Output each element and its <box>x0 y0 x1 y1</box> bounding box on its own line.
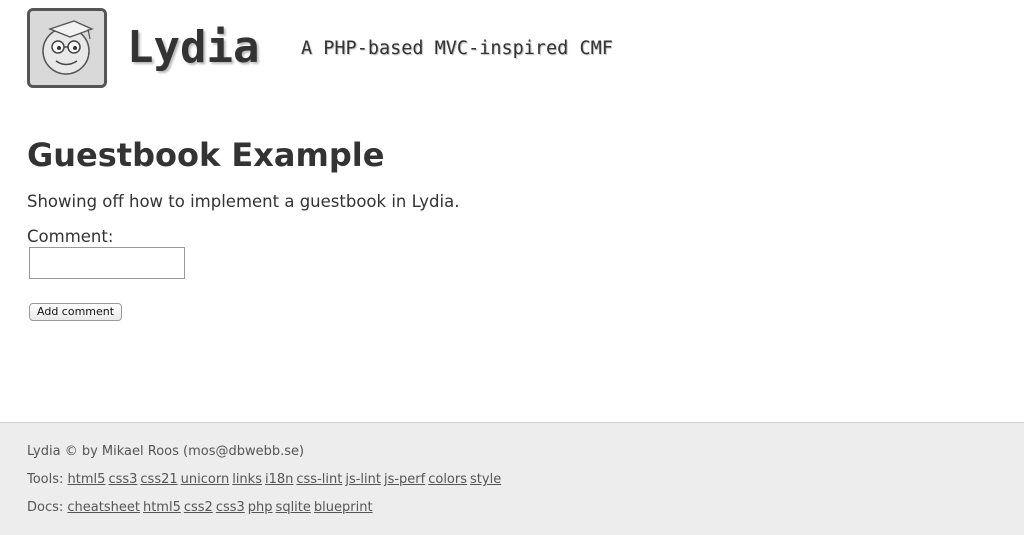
tools-link-i18n[interactable]: i18n <box>265 472 293 487</box>
comment-input[interactable] <box>29 247 185 279</box>
tools-label: Tools: <box>27 472 64 487</box>
tools-link-style[interactable]: style <box>470 472 501 487</box>
docs-link-css3[interactable]: css3 <box>216 500 245 515</box>
site-slogan: A PHP-based MVC-inspired CMF <box>301 38 613 59</box>
tools-link-links[interactable]: links <box>232 472 262 487</box>
tools-link-unicorn[interactable]: unicorn <box>181 472 230 487</box>
add-comment-button[interactable]: Add comment <box>29 303 123 321</box>
tools-link-css-lint[interactable]: css-lint <box>296 472 342 487</box>
docs-link-sqlite[interactable]: sqlite <box>276 500 311 515</box>
footer-tools: Tools: html5 css3 css21 unicorn links i18n css… <box>27 472 504 488</box>
student-face-logo-icon[interactable] <box>27 8 107 88</box>
tools-link-js-perf[interactable]: js-perf <box>384 472 425 487</box>
site-header: Lydia A PHP-based MVC-inspired CMF <box>27 8 727 88</box>
main-content: Guestbook Example Showing off how to imp… <box>27 132 927 321</box>
tools-link-js-lint[interactable]: js-lint <box>345 472 381 487</box>
tools-link-css21[interactable]: css21 <box>140 472 177 487</box>
docs-link-php[interactable]: php <box>248 500 273 515</box>
footer-docs: Docs: cheatsheet html5 css2 css3 php sqlite bl… <box>27 500 376 516</box>
docs-link-blueprint[interactable]: blueprint <box>314 500 373 515</box>
tools-link-css3[interactable]: css3 <box>108 472 137 487</box>
docs-label: Docs: <box>27 500 64 515</box>
footer-copyright: Lydia © by Mikael Roos (mos@dbwebb.se) <box>27 444 305 459</box>
page-title: Guestbook Example <box>27 136 385 174</box>
comment-label: Comment: <box>27 227 114 246</box>
intro-text: Showing off how to implement a guestbook… <box>27 192 460 211</box>
tools-link-html5[interactable]: html5 <box>68 472 106 487</box>
tools-link-colors[interactable]: colors <box>428 472 467 487</box>
docs-link-css2[interactable]: css2 <box>184 500 213 515</box>
site-title[interactable]: Lydia <box>127 22 259 74</box>
docs-link-html5[interactable]: html5 <box>143 500 181 515</box>
site-footer: Lydia © by Mikael Roos (mos@dbwebb.se) T… <box>0 422 1024 535</box>
guestbook-form: Comment: Add comment <box>27 227 927 321</box>
docs-link-cheatsheet[interactable]: cheatsheet <box>67 500 140 515</box>
